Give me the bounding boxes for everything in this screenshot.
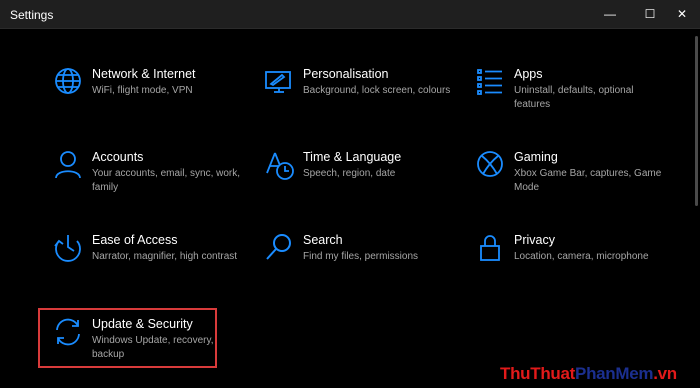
watermark-part: PhanMem [575,364,654,383]
tile-network-internet[interactable]: Network & Internet WiFi, flight mode, VP… [47,66,247,130]
tile-apps[interactable]: Apps Uninstall, defaults, optional featu… [469,66,669,130]
tile-title: Search [303,233,343,247]
tile-description: Location, camera, microphone [514,251,649,262]
close-button[interactable]: ✕ [664,0,700,28]
tile-title: Time & Language [303,150,402,164]
watermark-part: ThuThuat [500,364,576,383]
maximize-button[interactable]: ☐ [632,0,668,28]
tile-search[interactable]: Search Find my files, permissions [258,232,458,296]
tile-privacy[interactable]: Privacy Location, camera, microphone [469,232,669,296]
watermark-part: .vn [653,364,677,383]
highlight-box [38,308,217,368]
tile-time-language[interactable]: Time & Language Speech, region, date [258,149,458,213]
tile-description: Background, lock screen, colours [303,85,451,96]
tile-title: Accounts [92,150,144,164]
minimize-button[interactable]: — [592,0,628,28]
tile-accounts[interactable]: Accounts Your accounts, email, sync, wor… [47,149,247,213]
tile-description: Uninstall, defaults, optional features [514,85,634,110]
window-title: Settings [10,8,54,22]
lock-icon [473,232,507,266]
personalisation-icon [262,66,296,100]
apps-list-icon [473,66,507,100]
tile-description: Find my files, permissions [303,251,419,262]
scrollbar[interactable] [695,36,698,206]
tile-title: Privacy [514,233,555,247]
tile-ease-of-access[interactable]: Ease of Access Narrator, magnifier, high… [47,232,247,296]
tile-description: Narrator, magnifier, high contrast [92,251,238,262]
watermark-logo: ThuThuatPhanMem.vn [500,364,677,384]
tile-description: WiFi, flight mode, VPN [92,85,193,96]
search-icon [262,232,296,266]
tile-title: Network & Internet [92,67,196,81]
ease-of-access-icon [51,232,85,266]
tile-description: Speech, region, date [303,168,396,179]
person-icon [51,149,85,183]
xbox-icon [473,149,507,183]
tile-title: Apps [514,67,543,81]
tile-description: Xbox Game Bar, captures, Game Mode [514,168,662,193]
globe-icon [51,66,85,100]
tile-title: Ease of Access [92,233,178,247]
tile-title: Gaming [514,150,558,164]
tile-description: Your accounts, email, sync, work, family [92,168,241,193]
title-bar: Settings — ☐ ✕ [0,0,700,29]
tile-gaming[interactable]: Gaming Xbox Game Bar, captures, Game Mod… [469,149,669,213]
tile-title: Personalisation [303,67,389,81]
tile-personalisation[interactable]: Personalisation Background, lock screen,… [258,66,458,130]
time-language-icon [262,149,296,183]
